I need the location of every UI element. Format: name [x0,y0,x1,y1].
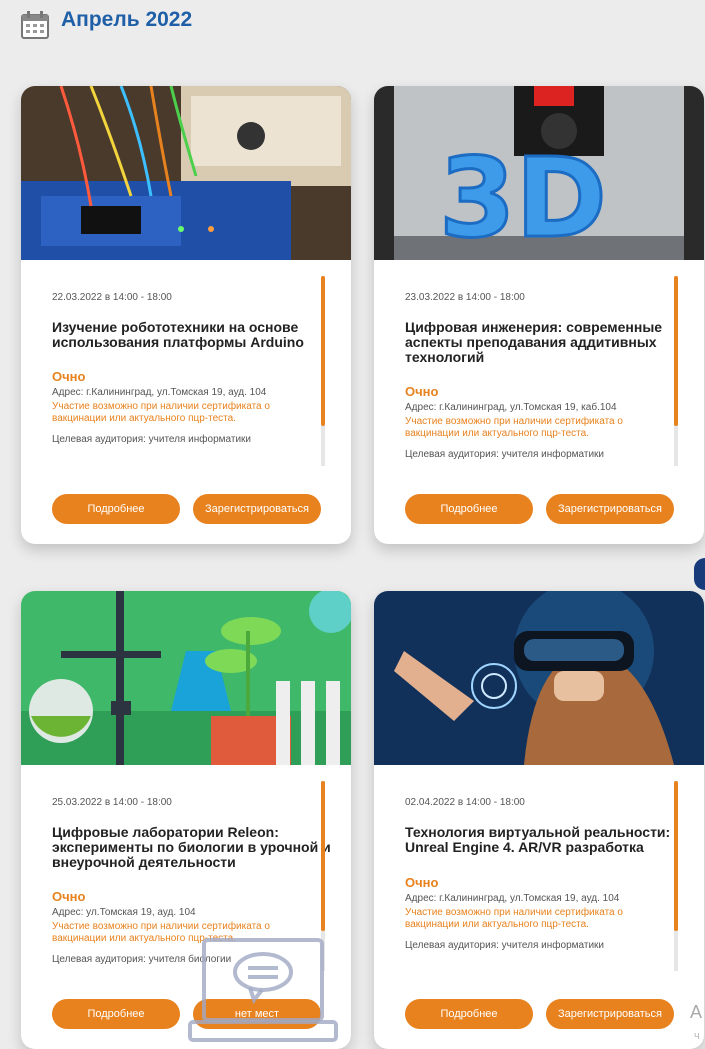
event-mode: Очно [52,369,86,384]
event-address: Адрес: г.Калининград, ул.Томская 19, ауд… [52,387,267,398]
event-image-vr [374,591,704,765]
event-info: Очно Адрес: г.Калининград, ул.Томская 19… [405,875,675,952]
scrollbar-thumb[interactable] [674,781,678,931]
event-info: Очно Адрес: г.Калининград, ул.Томская 19… [52,369,322,446]
scrollbar-thumb[interactable] [321,781,325,931]
event-title: Цифровая инженерия: современные аспекты … [405,319,663,365]
event-warning: Участие возможно при наличии сертификата… [405,907,623,930]
chat-widget-icon[interactable] [188,936,338,1044]
event-image-arduino [21,86,351,260]
details-button[interactable]: Подробнее [52,494,180,524]
scrollbar[interactable] [674,276,678,466]
event-mode: Очно [405,384,439,399]
event-title: Цифровые лаборатории Releon: эксперимент… [52,824,331,870]
details-button[interactable]: Подробнее [405,999,533,1029]
side-letter: А [690,1002,703,1022]
event-date: 22.03.2022 в 14:00 - 18:00 [52,292,172,303]
event-title: Технология виртуальной реальности: Unrea… [405,824,671,855]
event-title: Изучение робототехники на основе использ… [52,319,304,350]
details-button[interactable]: Подробнее [52,999,180,1029]
svg-text:3D: 3D [439,134,607,260]
event-audience: Целевая аудитория: учителя информатики [405,940,604,951]
event-mode: Очно [52,889,86,904]
event-warning: Участие возможно при наличии сертификата… [405,416,623,439]
event-address: Адрес: г.Калининград, ул.Томская 19, ауд… [405,893,620,904]
scrollbar[interactable] [321,276,325,466]
register-button[interactable]: Зарегистрироваться [546,999,674,1029]
event-date: 25.03.2022 в 14:00 - 18:00 [52,797,172,808]
side-nav-button[interactable] [694,558,705,590]
event-address: Адрес: г.Калининград, ул.Томская 19, каб… [405,402,617,413]
event-audience: Целевая аудитория: учителя информатики [52,434,251,445]
event-date: 02.04.2022 в 14:00 - 18:00 [405,797,525,808]
event-card: 02.04.2022 в 14:00 - 18:00 Технология ви… [374,591,704,1049]
details-button[interactable]: Подробнее [405,494,533,524]
side-small-text: ч [694,1030,700,1042]
event-address: Адрес: ул.Томская 19, ауд. 104 [52,907,196,918]
event-card: 3D 23.03.2022 в 14:00 - 18:00 Цифровая и… [374,86,704,544]
register-button[interactable]: Зарегистрироваться [546,494,674,524]
event-card: 22.03.2022 в 14:00 - 18:00 Изучение робо… [21,86,351,544]
month-header: Апрель 2022 [0,0,705,60]
month-title: Апрель 2022 [61,8,193,31]
calendar-icon [21,11,49,39]
event-image-3d-printer: 3D [374,86,704,260]
scrollbar[interactable] [674,781,678,971]
event-warning: Участие возможно при наличии сертификата… [52,401,270,424]
register-button[interactable]: Зарегистрироваться [193,494,321,524]
event-info: Очно Адрес: г.Калининград, ул.Томская 19… [405,384,675,461]
event-mode: Очно [405,875,439,890]
scrollbar-thumb[interactable] [674,276,678,426]
scrollbar-thumb[interactable] [321,276,325,426]
event-image-biology-lab [21,591,351,765]
event-date: 23.03.2022 в 14:00 - 18:00 [405,292,525,303]
event-audience: Целевая аудитория: учителя информатики [405,449,604,460]
